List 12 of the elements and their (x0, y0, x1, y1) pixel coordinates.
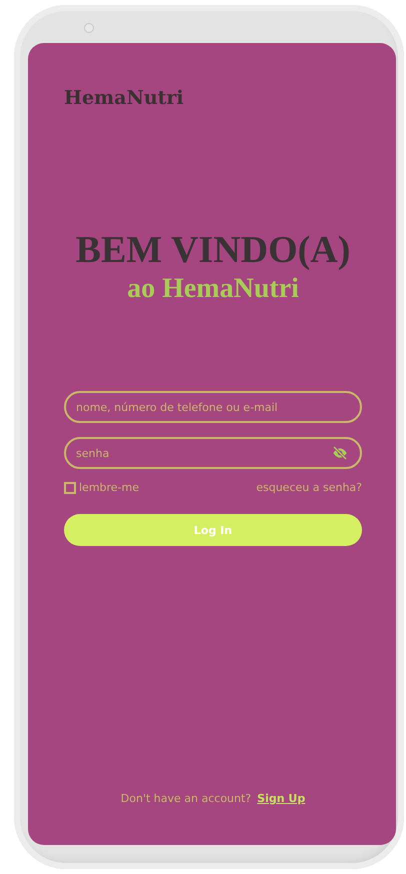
signup-prompt: Don't have an account? (120, 792, 252, 805)
login-field[interactable]: nome, número de telefone ou e-mail (64, 391, 362, 423)
subheadline: ao HemaNutri (127, 273, 299, 305)
password-field[interactable]: senha (64, 437, 362, 469)
logo: HemaNutri (64, 87, 184, 109)
forgot-password-link[interactable]: esqueceu a senha? (256, 481, 362, 494)
camera-icon (84, 23, 94, 33)
eye-slash-icon[interactable] (332, 446, 348, 460)
headline: BEM VINDO(A) (76, 228, 350, 273)
checkbox[interactable] (64, 482, 76, 494)
remember-label: lembre-me (79, 481, 140, 494)
signup-link[interactable]: Sign Up (257, 792, 306, 805)
